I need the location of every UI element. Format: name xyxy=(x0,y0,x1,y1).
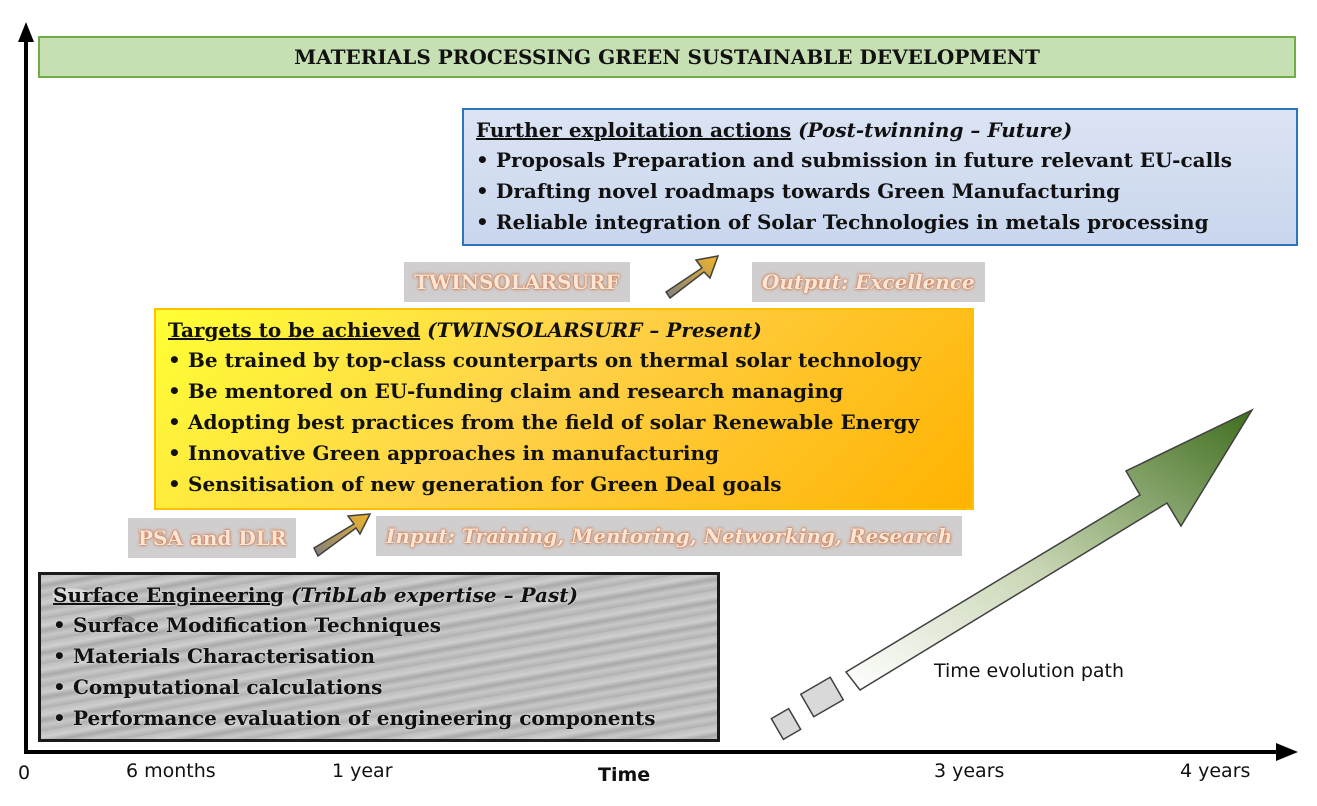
input-tag-label: Input: Training, Mentoring, Networking, … xyxy=(386,524,953,548)
x-axis-title: Time xyxy=(598,764,651,786)
future-actions-list: Proposals Preparation and submission in … xyxy=(476,145,1286,238)
goal-banner-title: MATERIALS PROCESSING GREEN SUSTAINABLE D… xyxy=(294,45,1040,69)
list-item: Surface Modification Techniques xyxy=(53,610,707,641)
input-arrow-icon xyxy=(313,513,372,558)
list-item: Be mentored on EU-funding claim and rese… xyxy=(168,376,962,407)
past-heading-note: (TribLab expertise – Past) xyxy=(290,583,578,607)
present-heading-text: Targets to be achieved xyxy=(168,318,421,342)
input-tag: Input: Training, Mentoring, Networking, … xyxy=(376,516,963,556)
past-expertise-box: Surface Engineering (TribLab expertise –… xyxy=(38,572,720,742)
psa-dlr-tag: PSA and DLR xyxy=(128,518,297,558)
future-actions-heading: Further exploitation actions (Post-twinn… xyxy=(476,118,1286,142)
output-arrow-icon xyxy=(664,255,720,300)
x-tick-label: 6 months xyxy=(126,760,216,782)
past-heading-text: Surface Engineering xyxy=(53,583,284,607)
twinsolarsurf-tag-label: TWINSOLARSURF xyxy=(414,270,620,294)
x-tick-label: 4 years xyxy=(1180,760,1251,782)
past-expertise-list: Surface Modification Techniques Material… xyxy=(53,610,707,734)
x-tick-label: 0 xyxy=(18,762,31,784)
list-item: Drafting novel roadmaps towards Green Ma… xyxy=(476,176,1286,207)
list-item: Sensitisation of new generation for Gree… xyxy=(168,469,962,500)
output-tag-label: Output: Excellence xyxy=(762,270,975,294)
list-item: Be trained by top-class counterparts on … xyxy=(168,345,962,376)
future-actions-box: Further exploitation actions (Post-twinn… xyxy=(462,108,1298,246)
time-evolution-path-label: Time evolution path xyxy=(934,660,1125,682)
list-item: Reliable integration of Solar Technologi… xyxy=(476,207,1286,238)
future-heading-note: (Post-twinning – Future) xyxy=(798,118,1073,142)
psa-dlr-tag-label: PSA and DLR xyxy=(138,526,287,550)
goal-banner: MATERIALS PROCESSING GREEN SUSTAINABLE D… xyxy=(38,36,1296,78)
x-tick-label: 3 years xyxy=(934,760,1005,782)
future-heading-text: Further exploitation actions xyxy=(476,118,792,142)
x-tick-label: 1 year xyxy=(332,760,393,782)
present-targets-list: Be trained by top-class counterparts on … xyxy=(168,345,962,500)
list-item: Performance evaluation of engineering co… xyxy=(53,703,707,734)
list-item: Proposals Preparation and submission in … xyxy=(476,145,1286,176)
present-heading-note: (TWINSOLARSURF – Present) xyxy=(427,318,762,342)
x-axis-arrowhead xyxy=(1276,743,1298,761)
twinsolarsurf-tag: TWINSOLARSURF xyxy=(404,262,630,302)
list-item: Innovative Green approaches in manufactu… xyxy=(168,438,962,469)
present-targets-box: Targets to be achieved (TWINSOLARSURF – … xyxy=(154,308,974,510)
present-targets-heading: Targets to be achieved (TWINSOLARSURF – … xyxy=(168,318,962,342)
output-tag: Output: Excellence xyxy=(752,262,985,302)
list-item: Materials Characterisation xyxy=(53,641,707,672)
y-axis-arrowhead xyxy=(18,22,34,42)
past-expertise-heading: Surface Engineering (TribLab expertise –… xyxy=(53,583,707,607)
list-item: Adopting best practices from the field o… xyxy=(168,407,962,438)
list-item: Computational calculations xyxy=(53,672,707,703)
